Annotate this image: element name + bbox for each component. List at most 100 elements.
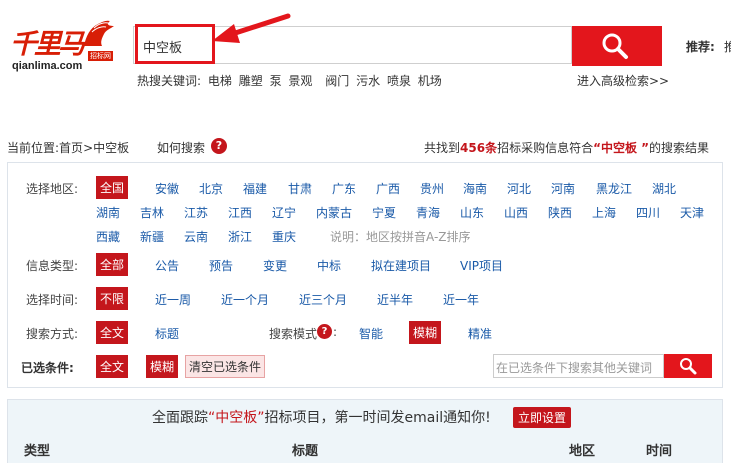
horse-logo-icon: [84, 20, 114, 46]
info-type-option[interactable]: 中标: [317, 257, 341, 274]
region-option[interactable]: 西藏: [96, 228, 120, 245]
hot-keyword[interactable]: 机场: [418, 74, 442, 88]
region-option[interactable]: 吉林: [140, 204, 164, 221]
info-type-option[interactable]: 变更: [263, 257, 287, 274]
time-option[interactable]: 近半年: [377, 291, 413, 308]
region-option[interactable]: 新疆: [140, 228, 164, 245]
info-type-option[interactable]: 预告: [209, 257, 233, 274]
region-option-selected[interactable]: 全国: [96, 176, 129, 199]
site-logo[interactable]: 千里马 招标网 qianlima.com: [8, 18, 120, 76]
region-option[interactable]: 辽宁: [272, 204, 296, 221]
recommend-link[interactable]: 推: [724, 38, 731, 55]
time-option-selected[interactable]: 不限: [96, 287, 129, 310]
search-mode-option[interactable]: 智能: [359, 325, 383, 342]
region-option[interactable]: 黑龙江: [596, 180, 632, 197]
condition-search-input[interactable]: 在已选条件下搜索其他关键词: [493, 354, 664, 378]
region-option[interactable]: 湖北: [652, 180, 676, 197]
region-sort-note: 说明：地区按拼音A-Z排序: [330, 230, 471, 244]
region-option[interactable]: 四川: [636, 204, 660, 221]
hot-keyword[interactable]: 景观: [288, 74, 312, 88]
search-method-option-selected[interactable]: 全文: [96, 321, 129, 344]
region-option[interactable]: 甘肃: [288, 180, 312, 197]
region-option[interactable]: 青海: [416, 204, 440, 221]
breadcrumb-separator: >: [83, 141, 94, 155]
time-label: 选择时间:: [26, 293, 79, 307]
column-header-title: 标题: [292, 444, 319, 459]
region-option[interactable]: 湖南: [96, 204, 120, 221]
logo-tag: 招标网: [88, 51, 113, 61]
search-mode-colon: :: [333, 325, 338, 339]
hot-keyword[interactable]: 阀门: [325, 74, 349, 88]
region-option[interactable]: 福建: [243, 180, 267, 197]
column-header-region: 地区: [569, 444, 596, 459]
region-option[interactable]: 内蒙古: [316, 204, 352, 221]
track-prefix: 全面跟踪: [152, 410, 208, 426]
hot-keyword[interactable]: 雕塑: [239, 74, 263, 88]
region-option[interactable]: 宁夏: [372, 204, 396, 221]
result-keyword: “中空板 ”: [593, 141, 650, 155]
region-option[interactable]: 上海: [592, 204, 616, 221]
breadcrumb-prefix: 当前位置:: [7, 141, 60, 155]
breadcrumb: 当前位置:首页>中空板: [7, 139, 129, 156]
time-option[interactable]: 近三个月: [299, 291, 347, 308]
region-option[interactable]: 山西: [504, 204, 528, 221]
region-option[interactable]: 北京: [199, 180, 223, 197]
info-type-option[interactable]: 公告: [155, 257, 179, 274]
search-mode-label: 搜索模式: [269, 327, 318, 341]
chosen-condition-tag[interactable]: 全文: [96, 355, 129, 378]
condition-search-button[interactable]: [664, 354, 712, 378]
search-highlight-box: [135, 24, 215, 64]
result-mid: 招标采购信息符合: [497, 141, 594, 155]
region-option[interactable]: 重庆: [272, 228, 296, 245]
info-type-option-selected[interactable]: 全部: [96, 253, 129, 276]
help-icon[interactable]: ?: [211, 138, 227, 154]
region-option[interactable]: 河南: [551, 180, 575, 197]
advanced-search-link[interactable]: 进入高级检索>>: [577, 72, 669, 89]
time-option[interactable]: 近一周: [155, 291, 191, 308]
region-option[interactable]: 浙江: [228, 228, 252, 245]
region-option[interactable]: 江苏: [184, 204, 208, 221]
region-option[interactable]: 海南: [463, 180, 487, 197]
result-prefix: 共找到: [424, 141, 461, 155]
track-keyword: “中空板”: [208, 410, 265, 426]
search-icon: [602, 33, 628, 59]
region-option[interactable]: 山东: [460, 204, 484, 221]
chosen-condition-tag[interactable]: 模糊: [146, 355, 179, 378]
region-option[interactable]: 安徽: [155, 180, 179, 197]
result-summary: 共找到456条招标采购信息符合“中空板 ”的搜索结果: [424, 139, 709, 156]
how-to-search-link[interactable]: 如何搜索: [157, 139, 205, 156]
hot-keyword[interactable]: 电梯: [208, 74, 232, 88]
hot-keywords-row: 热搜关键词: 电梯 雕塑 泵 景观 阀门 污水 喷泉 机场: [137, 72, 445, 89]
info-type-option[interactable]: VIP项目: [460, 257, 503, 274]
set-now-button[interactable]: 立即设置: [513, 407, 572, 428]
hot-keyword[interactable]: 泵: [270, 74, 282, 88]
search-mode-option[interactable]: 精准: [468, 325, 492, 342]
clear-conditions-button[interactable]: 清空已选条件: [185, 355, 266, 378]
search-icon: [680, 358, 697, 375]
region-option[interactable]: 广东: [332, 180, 356, 197]
region-option[interactable]: 天津: [680, 204, 704, 221]
column-header-time: 时间: [646, 444, 673, 459]
hot-keyword[interactable]: 污水: [356, 74, 380, 88]
logo-text: 千里马: [10, 29, 85, 60]
result-suffix: 的搜索结果: [649, 141, 710, 155]
breadcrumb-current: 中空板: [93, 141, 130, 155]
logo-domain: qianlima.com: [12, 60, 83, 72]
region-option[interactable]: 河北: [507, 180, 531, 197]
region-option[interactable]: 广西: [376, 180, 400, 197]
search-mode-option-selected[interactable]: 模糊: [409, 321, 442, 344]
time-option[interactable]: 近一年: [443, 291, 479, 308]
info-type-option[interactable]: 拟在建项目: [371, 257, 431, 274]
search-mode-help-icon[interactable]: ?: [317, 324, 332, 339]
hot-keyword[interactable]: 喷泉: [387, 74, 411, 88]
breadcrumb-home[interactable]: 首页: [59, 141, 83, 155]
search-method-option[interactable]: 标题: [155, 325, 179, 342]
region-option[interactable]: 陕西: [548, 204, 572, 221]
track-message: 全面跟踪“中空板”招标项目，第一时间发email通知你!: [152, 407, 491, 427]
region-label: 选择地区:: [26, 182, 79, 196]
region-option[interactable]: 云南: [184, 228, 208, 245]
region-option[interactable]: 江西: [228, 204, 252, 221]
search-button[interactable]: [572, 26, 662, 66]
time-option[interactable]: 近一个月: [221, 291, 269, 308]
region-option[interactable]: 贵州: [420, 180, 444, 197]
